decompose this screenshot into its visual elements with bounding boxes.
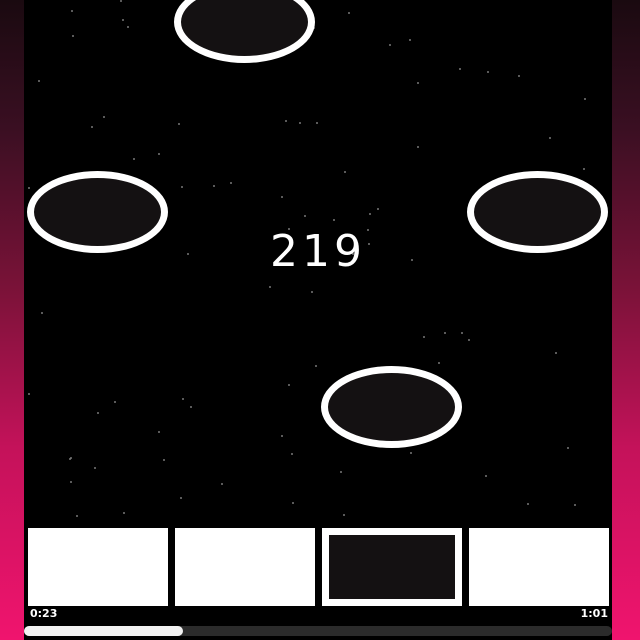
star bbox=[269, 286, 271, 288]
star bbox=[468, 339, 470, 341]
star bbox=[423, 336, 425, 338]
star bbox=[133, 158, 135, 160]
star bbox=[281, 196, 283, 198]
star bbox=[583, 168, 585, 170]
star bbox=[41, 312, 43, 314]
star bbox=[315, 365, 317, 367]
star bbox=[584, 98, 586, 100]
star bbox=[181, 186, 183, 188]
star bbox=[190, 406, 192, 408]
star bbox=[389, 44, 391, 46]
star bbox=[120, 0, 122, 2]
star bbox=[311, 291, 313, 293]
star bbox=[221, 483, 223, 485]
star bbox=[28, 393, 30, 395]
star bbox=[122, 19, 124, 21]
star bbox=[527, 503, 529, 505]
lane-4-button[interactable] bbox=[469, 528, 609, 606]
star bbox=[409, 39, 411, 41]
star bbox=[348, 12, 350, 14]
star bbox=[485, 475, 487, 477]
star bbox=[292, 502, 294, 504]
star bbox=[180, 497, 182, 499]
star bbox=[158, 431, 160, 433]
star bbox=[549, 137, 551, 139]
star bbox=[281, 435, 283, 437]
star bbox=[72, 35, 74, 37]
star bbox=[76, 515, 78, 517]
star bbox=[344, 171, 346, 173]
lane-bar bbox=[24, 528, 612, 606]
star bbox=[377, 208, 379, 210]
star bbox=[518, 75, 520, 77]
falling-note[interactable] bbox=[321, 366, 462, 448]
elapsed-time: 0:23 bbox=[30, 607, 58, 620]
star bbox=[158, 153, 160, 155]
star bbox=[291, 453, 293, 455]
star bbox=[487, 71, 489, 73]
star bbox=[163, 459, 165, 461]
star bbox=[410, 452, 412, 454]
lane-3-button[interactable] bbox=[322, 528, 462, 606]
star bbox=[97, 412, 99, 414]
star bbox=[28, 187, 30, 189]
lane-1-button[interactable] bbox=[28, 528, 168, 606]
star bbox=[343, 514, 345, 516]
star bbox=[103, 116, 105, 118]
star bbox=[555, 352, 557, 354]
progress-fill bbox=[24, 626, 183, 636]
star bbox=[417, 82, 419, 84]
star bbox=[340, 471, 342, 473]
star bbox=[369, 213, 371, 215]
star bbox=[127, 26, 129, 28]
game-area: 219 0:23 1:01 bbox=[24, 0, 612, 640]
star bbox=[94, 467, 96, 469]
star bbox=[178, 123, 180, 125]
star bbox=[461, 332, 463, 334]
star bbox=[417, 146, 419, 148]
star bbox=[574, 504, 576, 506]
star bbox=[438, 362, 440, 364]
star bbox=[567, 447, 569, 449]
star bbox=[299, 122, 301, 124]
star bbox=[304, 215, 306, 217]
total-duration: 1:01 bbox=[580, 607, 608, 620]
star bbox=[230, 182, 232, 184]
star bbox=[70, 481, 72, 483]
progress-bar[interactable] bbox=[24, 626, 612, 636]
lane-2-button[interactable] bbox=[175, 528, 315, 606]
star bbox=[182, 398, 184, 400]
star bbox=[444, 332, 446, 334]
star bbox=[38, 80, 40, 82]
star bbox=[69, 458, 71, 460]
star bbox=[91, 126, 93, 128]
star bbox=[333, 219, 335, 221]
star bbox=[123, 512, 125, 514]
star bbox=[213, 185, 215, 187]
star bbox=[285, 120, 287, 122]
score-counter: 219 bbox=[270, 226, 366, 277]
star bbox=[71, 10, 73, 12]
star bbox=[459, 68, 461, 70]
star bbox=[288, 384, 290, 386]
star bbox=[114, 401, 116, 403]
star bbox=[316, 122, 318, 124]
